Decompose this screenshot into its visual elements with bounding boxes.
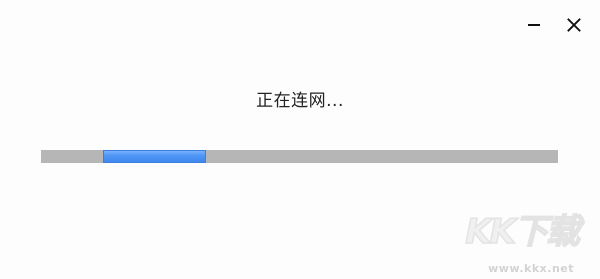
progress-bar [41, 150, 558, 163]
minimize-button[interactable] [521, 12, 547, 38]
minimize-icon [528, 24, 540, 26]
watermark: KK下载 [465, 204, 581, 253]
progress-indicator [103, 150, 206, 163]
watermark-logo: KK下载 [465, 211, 581, 253]
title-bar [0, 0, 600, 50]
close-icon [567, 18, 581, 32]
close-button[interactable] [561, 12, 587, 38]
connection-status-text: 正在连网... [256, 91, 344, 111]
watermark-url: www.kkx.net [488, 262, 574, 275]
